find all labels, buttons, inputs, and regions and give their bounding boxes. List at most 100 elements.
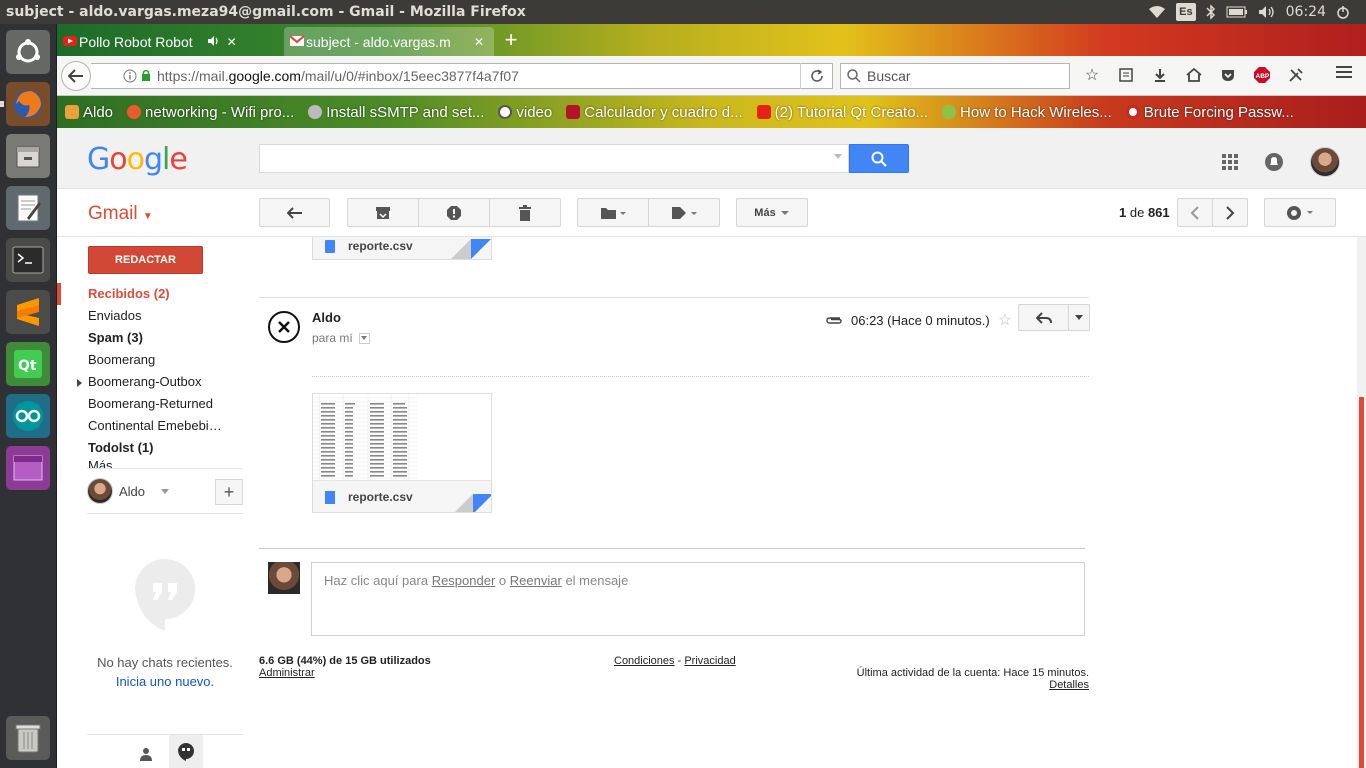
apps-grid-icon[interactable] — [1222, 154, 1238, 170]
more-reply-options-button[interactable] — [1069, 305, 1089, 330]
bluetooth-icon[interactable] — [1206, 3, 1216, 21]
battery-icon[interactable] — [1226, 3, 1248, 21]
reply-button[interactable] — [1019, 305, 1069, 330]
nav-item-boomerang-outbox[interactable]: Boomerang-Outbox — [57, 371, 247, 393]
page-scrollbar[interactable] — [1357, 237, 1366, 768]
arduino-icon[interactable] — [6, 394, 50, 438]
volume-icon[interactable] — [1258, 3, 1276, 21]
ubuntu-dash-icon[interactable] — [6, 30, 50, 74]
search-options-chevron-down-icon[interactable] — [834, 154, 842, 159]
new-tab-button[interactable]: + — [499, 28, 523, 52]
hamburger-menu-icon[interactable] — [1335, 64, 1357, 86]
nav-item-boomerang[interactable]: Boomerang — [57, 349, 247, 371]
back-to-inbox-button[interactable] — [259, 198, 330, 227]
home-icon[interactable] — [1183, 64, 1205, 86]
text-editor-icon[interactable] — [6, 186, 50, 230]
bookmark-video[interactable]: video — [498, 104, 552, 121]
newer-button[interactable] — [1177, 198, 1213, 227]
bookmark-calculador[interactable]: Calculador y cuadro d... — [566, 104, 743, 121]
clock[interactable]: 06:24 — [1286, 4, 1326, 20]
downloads-icon[interactable] — [1149, 64, 1171, 86]
expand-arrow-icon[interactable] — [77, 379, 82, 387]
chat-user-name[interactable]: Aldo — [119, 484, 145, 499]
url-bar[interactable]: https://mail. google.com/mail/u/0/#inbox/… — [91, 63, 833, 89]
bookmark-aldo[interactable]: Aldo — [65, 104, 113, 121]
keyboard-layout-indicator[interactable]: Es — [1176, 3, 1196, 21]
activity-details-link[interactable]: Detalles — [1049, 679, 1089, 691]
bookmark-qt-tutorial[interactable]: (2) Tutorial Qt Creato... — [756, 103, 929, 121]
nav-item-sent[interactable]: Enviados — [57, 305, 247, 327]
files-icon[interactable] — [6, 134, 50, 178]
tab-gmail-subject[interactable]: subject - aldo.vargas.m ✕ — [284, 27, 494, 56]
reading-list-icon[interactable] — [1115, 64, 1137, 86]
forward-link[interactable]: Reenviar — [510, 573, 562, 588]
move-to-button[interactable] — [577, 198, 649, 227]
nav-item-inbox[interactable]: Recibidos (2) — [57, 283, 247, 305]
privacy-link[interactable]: Privacidad — [684, 655, 735, 667]
notifications-bell-icon[interactable] — [1264, 152, 1284, 172]
gmail-app-menu[interactable]: Gmail ▼ — [88, 203, 153, 225]
nav-item-continental[interactable]: Continental Emebebi… — [57, 415, 247, 437]
site-info-icon[interactable] — [123, 69, 137, 83]
recipients: para mí — [312, 331, 370, 345]
contacts-person-icon[interactable] — [135, 743, 157, 765]
search-bar[interactable]: Buscar — [840, 63, 1070, 89]
nav-item-boomerang-returned[interactable]: Boomerang-Returned — [57, 393, 247, 415]
tab-pollo-robot[interactable]: Pollo Robot Robot ✕ — [57, 27, 280, 56]
quick-reply-box[interactable]: Haz clic aquí para Responder o Reenviar … — [311, 562, 1085, 636]
delete-button[interactable] — [489, 198, 561, 227]
audio-playing-icon[interactable] — [207, 34, 221, 50]
sender-name[interactable]: Aldo — [312, 310, 341, 325]
labels-button[interactable] — [648, 198, 720, 227]
compose-button[interactable]: REDACTAR — [88, 246, 203, 274]
reload-button[interactable] — [800, 63, 832, 89]
new-chat-button[interactable]: + — [215, 479, 243, 505]
bookmark-networking[interactable]: networking - Wifi pro... — [127, 104, 294, 121]
bookmark-brute-forcing[interactable]: Brute Forcing Passw... — [1125, 104, 1294, 121]
manage-storage-link[interactable]: Administrar — [259, 667, 315, 679]
account-avatar[interactable] — [1310, 147, 1340, 177]
bookmark-ssmtp[interactable]: Install sSMTP and set... — [308, 104, 484, 121]
terminal-icon[interactable] — [6, 238, 50, 282]
previous-attachment-card[interactable]: reporte.csv — [312, 237, 492, 260]
power-icon[interactable] — [1336, 3, 1350, 21]
bookmark-label: (2) Tutorial Qt Creato... — [774, 103, 929, 121]
older-button[interactable] — [1212, 198, 1248, 227]
nav-item-todolst[interactable]: Todolst (1) — [57, 437, 247, 459]
reply-avatar — [268, 562, 300, 594]
extension-tools-icon[interactable] — [1285, 64, 1307, 86]
attachment-card[interactable]: reporte.csv — [312, 393, 492, 513]
bookmark-hack-wireless[interactable]: How to Hack Wireles... — [942, 104, 1112, 121]
pocket-icon[interactable] — [1217, 64, 1239, 86]
sublime-text-icon[interactable] — [6, 290, 50, 334]
mail-search-button[interactable] — [849, 144, 909, 173]
adblock-plus-icon[interactable]: ABP — [1251, 64, 1273, 86]
trash-icon[interactable] — [6, 716, 50, 760]
hangouts-tab-icon[interactable] — [169, 735, 203, 768]
back-button[interactable] — [61, 61, 91, 91]
system-top-panel: subject - aldo.vargas.meza94@gmail.com -… — [0, 0, 1366, 24]
start-new-chat-link[interactable]: Inicia uno nuevo. — [87, 672, 243, 691]
launcher-running-indicator — [0, 101, 4, 107]
scrollbar-thumb[interactable] — [1359, 397, 1364, 768]
close-tab-icon[interactable]: ✕ — [227, 35, 237, 49]
terms-link[interactable]: Condiciones — [614, 655, 675, 667]
more-actions-button[interactable]: Más — [736, 198, 808, 227]
attachment-footer: reporte.csv — [313, 480, 491, 512]
nav-item-spam[interactable]: Spam (3) — [57, 327, 247, 349]
mail-search-input[interactable] — [259, 144, 849, 173]
reply-link[interactable]: Responder — [432, 573, 496, 588]
show-details-chevron-down-icon[interactable] — [358, 332, 370, 344]
wifi-icon[interactable] — [1148, 3, 1166, 21]
chat-status-chevron-down-icon[interactable] — [161, 488, 170, 494]
close-tab-icon[interactable]: ✕ — [474, 35, 484, 49]
workspace-switcher-icon[interactable] — [6, 446, 50, 490]
firefox-icon[interactable] — [6, 82, 50, 126]
settings-button[interactable] — [1264, 198, 1336, 227]
qt-creator-icon[interactable]: Qt — [6, 342, 50, 386]
star-icon[interactable]: ☆ — [998, 310, 1012, 330]
google-logo[interactable]: Google — [87, 142, 188, 177]
archive-button[interactable] — [347, 198, 419, 227]
report-spam-button[interactable] — [418, 198, 490, 227]
bookmark-star-icon[interactable]: ☆ — [1081, 64, 1103, 86]
